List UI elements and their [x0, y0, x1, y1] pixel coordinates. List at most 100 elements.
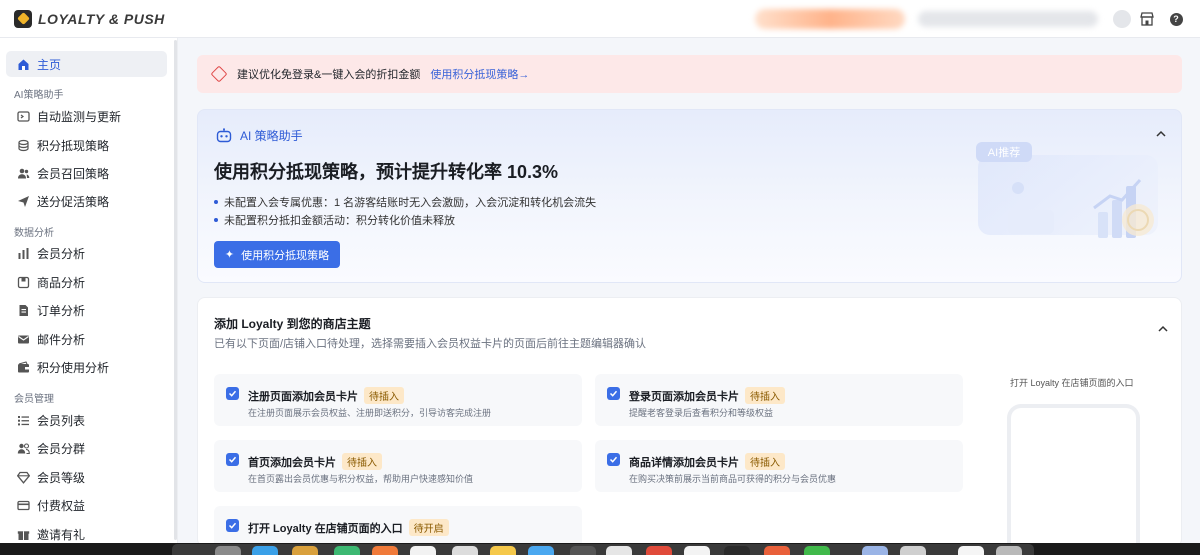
task-title-text: 注册页面添加会员卡片: [248, 390, 358, 403]
dock-app-icon[interactable]: [292, 546, 318, 555]
document-icon: [16, 303, 30, 317]
dock-app-icon[interactable]: [570, 546, 596, 555]
ai-card-header: AI 策略助手: [216, 127, 303, 144]
warning-text: 建议优化免登录&一键入会的折扣金额: [237, 69, 421, 81]
checkbox-checked[interactable]: [226, 519, 239, 532]
checkbox-checked[interactable]: [226, 453, 239, 466]
dock-app-icon[interactable]: [334, 546, 360, 555]
dock-app-icon[interactable]: [606, 546, 632, 555]
sidebar-item-label: 送分促活策略: [37, 194, 110, 209]
task-description: 在购买决策前展示当前商品可获得的积分与会员优惠: [629, 474, 837, 484]
ai-card-bullet: 未配置入会专属优惠：1 名游客结账时无入会激励，入会沉淀和转化机会流失: [214, 194, 596, 210]
dock-app-icon[interactable]: [215, 546, 241, 555]
preview-label: 打开 Loyalty 在店铺页面的入口: [1010, 378, 1134, 388]
task-description: 在首页露出会员优惠与积分权益，帮助用户快速感知价值: [248, 474, 474, 484]
sidebar-item-label: 积分使用分析: [37, 360, 110, 375]
task-title: 登录页面添加会员卡片 待插入: [629, 387, 785, 404]
sidebar-item-email-analytics[interactable]: 邮件分析: [6, 326, 167, 352]
collapse-chevron-icon[interactable]: [1158, 324, 1168, 334]
sidebar-item-paid-benefits[interactable]: 付费权益: [6, 492, 167, 518]
profile-avatar[interactable]: [1112, 9, 1132, 29]
dock-app-icon[interactable]: [804, 546, 830, 555]
box-icon: [16, 275, 30, 289]
dock-app-icon[interactable]: [490, 546, 516, 555]
theme-card-subtitle: 已有以下页面/店铺入口待处理，选择需要插入会员权益卡片的页面后前往主题编辑器确认: [214, 338, 647, 350]
sidebar-item-label: 会员分析: [37, 246, 86, 261]
task-title-text: 登录页面添加会员卡片: [629, 390, 739, 403]
sidebar-item-order-analytics[interactable]: 订单分析: [6, 297, 167, 323]
ai-card-title: 使用积分抵现策略，预计提升转化率 10.3%: [214, 162, 559, 182]
sidebar-item-member-recall[interactable]: 会员召回策略: [6, 160, 167, 186]
status-badge: 待插入: [745, 453, 785, 470]
app-name: LOYALTY & PUSH: [38, 10, 165, 27]
robot-icon: [216, 128, 232, 143]
logo-icon: [14, 9, 32, 28]
store-icon[interactable]: [1137, 9, 1157, 29]
use-points-cash-link[interactable]: 使用积分抵现策略→: [430, 66, 529, 82]
sidebar-item-label: 会员列表: [37, 413, 86, 428]
dock-app-icon[interactable]: [646, 546, 672, 555]
sidebar-scrollbar[interactable]: [174, 40, 177, 540]
status-badge: 待插入: [342, 453, 382, 470]
dock-app-icon[interactable]: [372, 546, 398, 555]
sidebar-group-data: 数据分析: [14, 228, 54, 239]
app-logo[interactable]: LOYALTY & PUSH: [14, 9, 165, 28]
diamond-icon: [16, 470, 30, 484]
sidebar-item-member-tiers[interactable]: 会员等级: [6, 464, 167, 490]
checkbox-checked[interactable]: [607, 453, 620, 466]
sidebar-item-points-usage-analytics[interactable]: 积分使用分析: [6, 354, 167, 380]
sidebar-item-auto-monitor[interactable]: 自动监测与更新: [6, 103, 167, 129]
use-points-cash-button[interactable]: ✦ 使用积分抵现策略: [214, 241, 340, 268]
checkbox-checked[interactable]: [226, 387, 239, 400]
sidebar-item-label: 邮件分析: [37, 332, 86, 347]
help-icon[interactable]: ?: [1166, 9, 1186, 29]
sidebar-item-label: 商品分析: [37, 275, 86, 290]
task-title: 首页添加会员卡片 待插入: [248, 453, 382, 470]
sidebar-item-product-analytics[interactable]: 商品分析: [6, 269, 167, 295]
phone-preview: [1007, 404, 1140, 554]
sidebar-item-label: 邀请有礼: [37, 527, 86, 542]
sidebar-item-member-analytics[interactable]: 会员分析: [6, 240, 167, 266]
sidebar-item-member-segments[interactable]: 会员分群: [6, 435, 167, 461]
users-icon: [16, 166, 30, 180]
sparkle-icon: ✦: [224, 249, 235, 261]
sidebar-item-points-cash[interactable]: 积分抵现策略: [6, 132, 167, 158]
warning-icon: [210, 65, 228, 83]
status-badge: 待开启: [408, 519, 449, 536]
sidebar-item-points-promo[interactable]: 送分促活策略: [6, 188, 167, 214]
sidebar-item-member-list[interactable]: 会员列表: [6, 407, 167, 433]
dock-app-icon[interactable]: [958, 546, 984, 555]
growth-chart-icon: [1008, 178, 1154, 238]
sidebar-item-label: 付费权益: [37, 498, 86, 513]
dock-app-icon[interactable]: [764, 546, 790, 555]
task-register-page[interactable]: 注册页面添加会员卡片 待插入 在注册页面展示会员权益、注册即送积分，引导访客完成注…: [214, 374, 582, 426]
dock-app-icon[interactable]: [684, 546, 710, 555]
coins-icon: [16, 138, 30, 152]
button-label: 使用积分抵现策略: [241, 249, 330, 262]
checkbox-checked[interactable]: [607, 387, 620, 400]
task-login-page[interactable]: 登录页面添加会员卡片 待插入 提醒老客登录后查看积分和等级权益: [595, 374, 963, 426]
gift-icon: [16, 527, 30, 541]
dock-app-icon[interactable]: [724, 546, 750, 555]
dock-app-icon[interactable]: [410, 546, 436, 555]
dock-app-icon[interactable]: [452, 546, 478, 555]
dock-app-icon[interactable]: [900, 546, 926, 555]
account-pill-blurred[interactable]: [755, 9, 905, 29]
task-description: 在注册页面展示会员权益、注册即送积分，引导访客完成注册: [248, 408, 492, 418]
sidebar-item-label: 自动监测与更新: [37, 109, 122, 124]
task-store-entry[interactable]: 打开 Loyalty 在店铺页面的入口 待开启: [214, 506, 582, 546]
sidebar-item-home[interactable]: 主页: [6, 51, 167, 77]
sidebar-item-label: 主页: [37, 57, 62, 72]
dock-app-icon[interactable]: [252, 546, 278, 555]
sidebar-group-ai: AI策略助手: [14, 90, 64, 101]
dock-app-icon[interactable]: [528, 546, 554, 555]
sidebar-item-label: 会员召回策略: [37, 166, 110, 181]
list-icon: [16, 413, 30, 427]
dock-app-icon[interactable]: [996, 546, 1022, 555]
bar-chart-icon: [16, 246, 30, 260]
dock-app-icon[interactable]: [862, 546, 888, 555]
task-title-text: 商品详情添加会员卡片: [629, 456, 739, 469]
ai-strategy-card: AI 策略助手 使用积分抵现策略，预计提升转化率 10.3% 未配置入会专属优惠…: [197, 109, 1182, 283]
task-home-page[interactable]: 首页添加会员卡片 待插入 在首页露出会员优惠与积分权益，帮助用户快速感知价值: [214, 440, 582, 492]
task-product-page[interactable]: 商品详情添加会员卡片 待插入 在购买决策前展示当前商品可获得的积分与会员优惠: [595, 440, 963, 492]
